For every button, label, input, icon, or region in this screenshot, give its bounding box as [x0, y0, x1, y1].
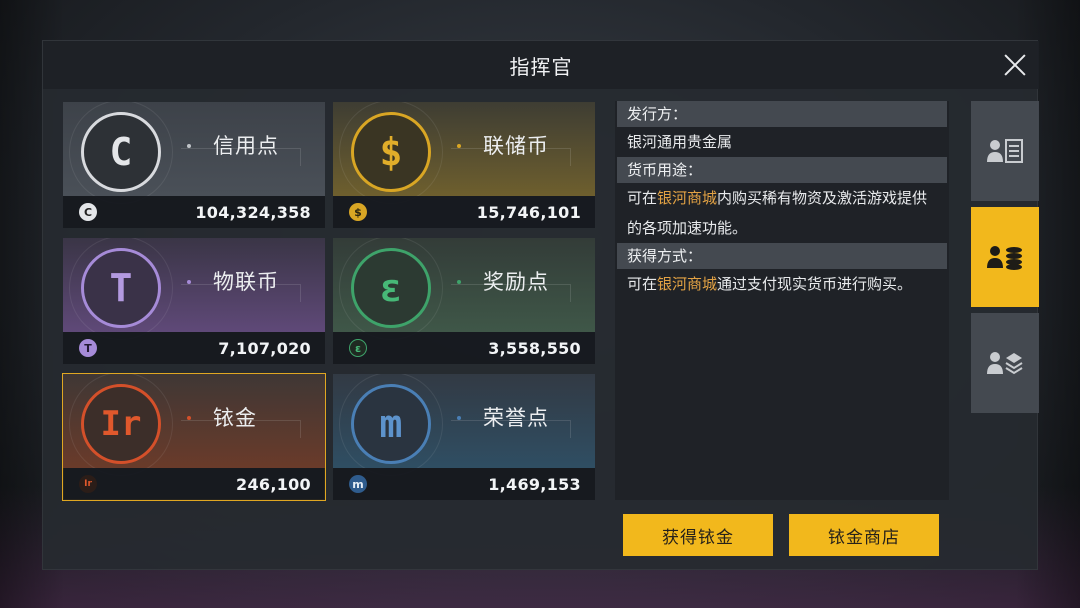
iridium-icon: Ir — [81, 384, 161, 464]
close-icon[interactable] — [999, 49, 1031, 81]
usage-label: 货币用途： — [617, 157, 947, 183]
currency-name: 联储币 — [483, 134, 549, 158]
tab-profile-currency[interactable] — [971, 207, 1039, 307]
currency-card-honor[interactable]: m 荣誉点 m 1,469,153 — [333, 374, 595, 500]
currency-amount: 15,746,101 — [476, 202, 581, 222]
iridium-shop-button[interactable]: 铱金商店 — [789, 514, 939, 556]
currency-name: 荣誉点 — [483, 406, 549, 430]
dollar-coin-icon: $ — [351, 112, 431, 192]
tab-profile-layers[interactable] — [971, 313, 1039, 413]
currency-name: 奖励点 — [483, 270, 549, 294]
obtain-text: 可在银河商城通过支付现实货币进行购买。 — [627, 275, 913, 293]
iridium-mini-icon: Ir — [79, 475, 97, 493]
currency-card-iot[interactable]: T 物联币 T 7,107,020 — [63, 238, 325, 364]
credit-mini-icon: C — [79, 203, 97, 221]
galaxy-mall-link[interactable]: 银河商城 — [657, 275, 717, 293]
galaxy-mall-link[interactable]: 银河商城 — [657, 189, 717, 207]
currency-card-iridium[interactable]: Ir 铱金 Ir 246,100 — [62, 373, 326, 501]
commander-panel: 指挥官 C 信用点 C 104,324,358 $ 联储币 $ 15,746,1… — [42, 40, 1039, 570]
credit-icon: C — [81, 112, 161, 192]
currency-amount: 1,469,153 — [488, 474, 581, 494]
currency-name: 铱金 — [213, 406, 257, 430]
currency-card-reward[interactable]: ε 奖励点 ε 3,558,550 — [333, 238, 595, 364]
currency-amount: 3,558,550 — [488, 338, 581, 358]
currency-name: 信用点 — [213, 134, 279, 158]
honor-mini-icon: m — [349, 475, 367, 493]
profile-currency-icon — [987, 246, 1022, 270]
issuer-value: 银河通用贵金属 — [627, 133, 733, 151]
obtain-iridium-button[interactable]: 获得铱金 — [623, 514, 773, 556]
iot-mini-icon: T — [79, 339, 97, 357]
usage-text: 可在银河商城内购买稀有物资及激活游戏提供的各项加速功能。 — [627, 189, 928, 237]
reward-point-icon: ε — [351, 248, 431, 328]
reward-mini-icon: ε — [349, 339, 367, 357]
currency-amount: 104,324,358 — [195, 202, 311, 222]
iot-coin-icon: T — [81, 248, 161, 328]
issuer-label: 发行方： — [617, 101, 947, 127]
side-tabs — [971, 101, 1039, 419]
dollar-mini-icon: $ — [349, 203, 367, 221]
currency-name: 物联币 — [213, 270, 279, 294]
currency-card-federal[interactable]: $ 联储币 $ 15,746,101 — [333, 102, 595, 228]
profile-layers-icon — [987, 352, 1023, 375]
currency-amount: 7,107,020 — [218, 338, 311, 358]
obtain-label: 获得方式： — [617, 243, 947, 269]
title-bar: 指挥官 — [43, 41, 1039, 89]
tab-profile-list[interactable] — [971, 101, 1039, 201]
honor-point-icon: m — [351, 384, 431, 464]
profile-list-icon — [987, 139, 1023, 163]
panel-title: 指挥官 — [509, 54, 573, 79]
currency-card-credit[interactable]: C 信用点 C 104,324,358 — [63, 102, 325, 228]
currency-amount: 246,100 — [236, 474, 311, 494]
currency-info-panel: 发行方： 银河通用贵金属 货币用途： 可在银河商城内购买稀有物资及激活游戏提供的… — [615, 101, 949, 500]
